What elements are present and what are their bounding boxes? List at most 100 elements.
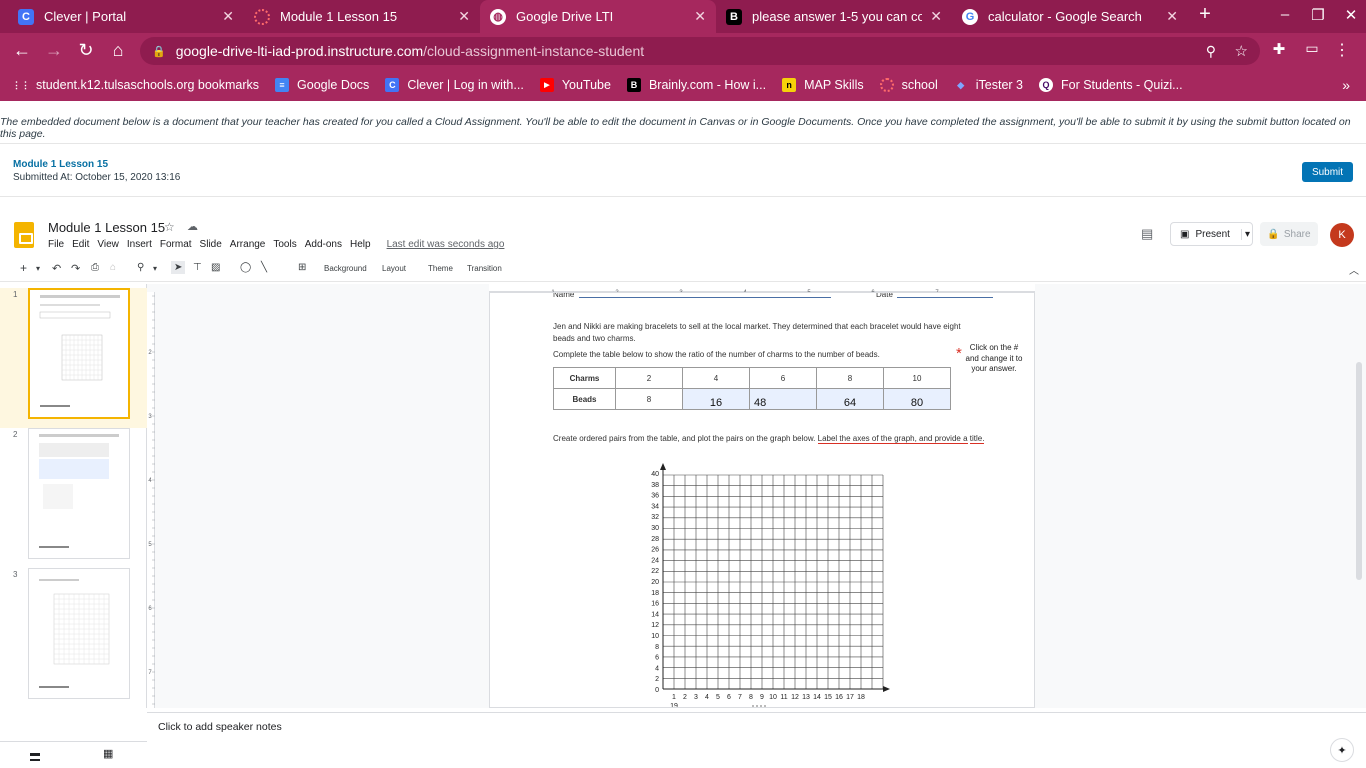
speaker-notes[interactable]: Click to add speaker notes	[147, 712, 1366, 768]
menu-slide[interactable]: Slide	[200, 239, 222, 250]
forward-icon[interactable]: →	[43, 40, 65, 61]
browser-tab[interactable]: B please answer 1-5 you can copy ✕	[716, 0, 952, 33]
reload-icon[interactable]: ↻	[75, 40, 97, 61]
menu-help[interactable]: Help	[350, 239, 371, 250]
vertical-ruler[interactable]: 2 3 4 5 6 7	[147, 292, 155, 708]
collapse-icon[interactable]: ︿	[1349, 262, 1359, 277]
menu-arrange[interactable]: Arrange	[230, 239, 266, 250]
close-icon[interactable]: ✕	[694, 8, 706, 25]
menu-view[interactable]: View	[97, 239, 119, 250]
menu-addons[interactable]: Add-ons	[305, 239, 342, 250]
y-tick-label: 26	[651, 547, 659, 554]
line-icon[interactable]: ╲	[261, 262, 267, 273]
slide-thumbnail-1[interactable]	[28, 288, 130, 419]
image-icon[interactable]: ▨	[211, 262, 220, 273]
bookmark-item[interactable]: ⋮⋮ student.k12.tulsaschools.org bookmarks	[12, 78, 259, 92]
menu-tools[interactable]: Tools	[273, 239, 296, 250]
slides-logo-icon[interactable]	[14, 222, 34, 248]
restore-icon[interactable]: ❐	[1303, 6, 1333, 24]
document-title[interactable]: Module 1 Lesson 15	[48, 220, 165, 235]
explore-icon[interactable]: ✦	[1330, 738, 1354, 762]
minimize-icon[interactable]: –	[1270, 6, 1300, 23]
chevron-down-icon[interactable]: ▾	[153, 264, 157, 273]
name-line[interactable]	[579, 297, 831, 298]
bookmark-item[interactable]: ▶ YouTube	[539, 78, 611, 92]
answer-cell[interactable]: 64	[816, 388, 884, 410]
select-icon[interactable]: ➤	[171, 261, 186, 274]
avatar[interactable]: K	[1330, 223, 1354, 247]
new-tab-icon[interactable]: +	[1190, 3, 1220, 26]
browser-tab[interactable]: C Clever | Portal ✕	[8, 0, 244, 33]
close-icon[interactable]: ✕	[1166, 8, 1178, 25]
browser-tab[interactable]: G calculator - Google Search ✕	[952, 0, 1188, 33]
new-slide-icon[interactable]: +	[20, 261, 27, 275]
assignment-title[interactable]: Module 1 Lesson 15	[13, 159, 108, 170]
present-button[interactable]: ▣ Present ▾	[1170, 222, 1253, 246]
vertical-scrollbar[interactable]	[1356, 362, 1362, 580]
address-bar[interactable]: 🔒 google-drive-lti-iad-prod.instructure.…	[140, 37, 1260, 65]
menu-format[interactable]: Format	[160, 239, 192, 250]
browser-tab-active[interactable]: ◍ Google Drive LTI ✕	[480, 0, 716, 33]
window-close-icon[interactable]: ✕	[1336, 6, 1366, 24]
y-tick-label: 14	[651, 611, 659, 618]
layout-button[interactable]: Layout	[382, 264, 406, 273]
text-box-icon[interactable]: ⊤	[193, 262, 202, 273]
slide-thumbnail-3[interactable]	[28, 568, 130, 699]
bookmark-item[interactable]: B Brainly.com - How i...	[626, 78, 766, 92]
bookmark-item[interactable]: ≡ Google Docs	[275, 78, 369, 92]
browser-tab-strip: C Clever | Portal ✕ Module 1 Lesson 15 ✕…	[0, 0, 1366, 33]
undo-icon[interactable]: ↶	[52, 262, 61, 275]
menu-insert[interactable]: Insert	[127, 239, 152, 250]
answer-cell[interactable]: 48	[749, 388, 817, 410]
browser-tab[interactable]: Module 1 Lesson 15 ✕	[244, 0, 480, 33]
horizontal-ruler[interactable]: 1234567	[489, 284, 1035, 296]
filmstrip-view-icon[interactable]: ▬	[30, 748, 40, 761]
last-edit-link[interactable]: Last edit was seconds ago	[387, 239, 505, 250]
extensions-icon[interactable]: ✚	[1268, 40, 1290, 58]
print-icon[interactable]: ⎙	[91, 262, 99, 273]
submit-button[interactable]: Submit	[1302, 162, 1353, 182]
menu-file[interactable]: File	[48, 239, 64, 250]
date-line[interactable]	[897, 297, 993, 298]
slide-canvas[interactable]: Name Date Jen and Nikki are making brace…	[489, 292, 1035, 708]
shape-icon[interactable]: ◯	[240, 262, 251, 273]
share-button[interactable]: 🔒 Share	[1260, 222, 1318, 246]
chevron-down-icon[interactable]: ▾	[36, 264, 40, 273]
resize-handle[interactable]	[752, 705, 766, 707]
paint-format-icon[interactable]: ⌂	[110, 262, 116, 273]
comment-add-icon[interactable]: ⊞	[298, 262, 306, 273]
menu-edit[interactable]: Edit	[72, 239, 89, 250]
zoom-icon[interactable]: ⚲	[137, 262, 144, 273]
answer-cell[interactable]: 16	[682, 388, 750, 410]
close-icon[interactable]: ✕	[222, 8, 234, 25]
slide-thumbnail-2[interactable]	[28, 428, 130, 559]
theme-button[interactable]: Theme	[428, 264, 453, 273]
comments-icon[interactable]: ▤	[1141, 226, 1153, 242]
star-icon[interactable]: ☆	[164, 220, 175, 234]
bookmark-item[interactable]: ◆ iTester 3	[954, 78, 1023, 92]
back-icon[interactable]: ←	[11, 40, 33, 61]
bookmark-item[interactable]: n MAP Skills	[782, 78, 864, 92]
y-tick-label: 8	[655, 644, 659, 651]
bookmark-item[interactable]: Q For Students - Quizi...	[1039, 78, 1183, 92]
grid-view-icon[interactable]: ▦	[103, 747, 113, 760]
redo-icon[interactable]: ↷	[71, 262, 80, 275]
bookmark-item[interactable]: C Clever | Log in with...	[385, 78, 524, 92]
star-icon[interactable]: ☆	[1235, 42, 1248, 60]
menu-icon[interactable]: ⋮	[1331, 40, 1353, 60]
bookmark-item[interactable]: school	[879, 78, 938, 92]
home-icon[interactable]: ⌂	[107, 40, 129, 61]
transition-button[interactable]: Transition	[467, 264, 502, 273]
close-icon[interactable]: ✕	[930, 8, 942, 25]
zoom-icon[interactable]: ⚲	[1206, 43, 1216, 60]
x-tick-label: 3	[694, 694, 698, 701]
lock-icon: 🔒	[152, 45, 166, 58]
answer-cell[interactable]: 80	[883, 388, 951, 410]
coordinate-grid[interactable]: 4038363432302826242220181614121086420 12…	[640, 461, 900, 708]
background-button[interactable]: Background	[324, 264, 367, 273]
cast-icon[interactable]: ▭	[1301, 40, 1323, 57]
chevron-down-icon[interactable]: ▾	[1240, 228, 1250, 240]
close-icon[interactable]: ✕	[458, 8, 470, 25]
more-bookmarks-icon[interactable]: »	[1342, 77, 1350, 93]
cloud-status-icon[interactable]: ☁	[187, 220, 198, 233]
